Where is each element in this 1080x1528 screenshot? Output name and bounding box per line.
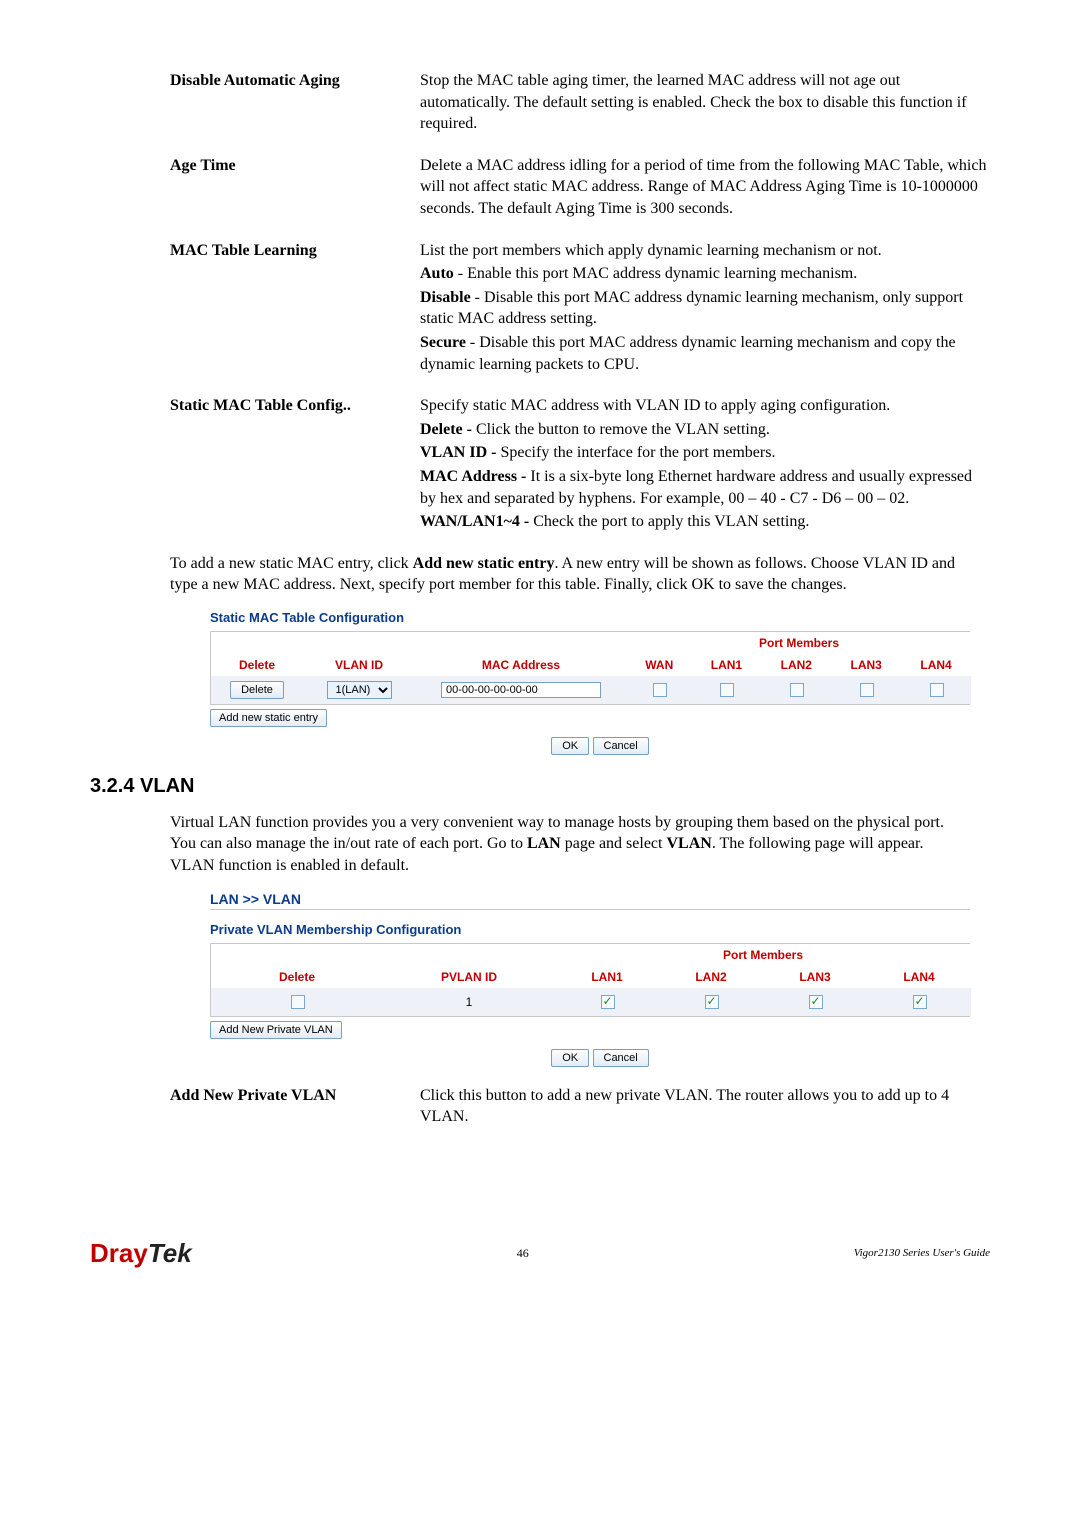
- vlan-id-select[interactable]: 1(LAN): [327, 681, 392, 699]
- col-lan2: LAN2: [659, 966, 763, 988]
- guide-title: Vigor2130 Series User's Guide: [854, 1247, 990, 1259]
- ok-button[interactable]: OK: [551, 737, 589, 755]
- col-lan1: LAN1: [555, 966, 659, 988]
- col-lan4: LAN4: [901, 654, 971, 676]
- static-mac-screenshot: Static MAC Table Configuration Port Memb…: [210, 610, 990, 755]
- mac-address-input[interactable]: [441, 682, 601, 698]
- delete-row-checkbox[interactable]: [291, 995, 305, 1009]
- lan2-checkbox[interactable]: [705, 995, 719, 1009]
- col-lan3: LAN3: [763, 966, 867, 988]
- def-text: - Disable this port MAC address dynamic …: [420, 334, 956, 373]
- def-kw: WAN/LAN1~4 -: [420, 513, 529, 530]
- def-term: Static MAC Table Config..: [170, 395, 420, 535]
- ok-button[interactable]: OK: [551, 1049, 589, 1067]
- draytek-logo: DrayTek: [90, 1238, 192, 1269]
- def-kw: VLAN ID -: [420, 444, 496, 461]
- def-text: - Enable this port MAC address dynamic l…: [454, 265, 857, 282]
- def-text: - Disable this port MAC address dynamic …: [420, 289, 963, 328]
- table-row: 1: [211, 988, 971, 1016]
- def-text: List the port members which apply dynami…: [420, 242, 882, 259]
- def-text: Specify the interface for the port membe…: [496, 444, 775, 461]
- def-body: List the port members which apply dynami…: [420, 240, 990, 378]
- def-kw: MAC Address -: [420, 468, 526, 485]
- col-delete: Delete: [211, 966, 383, 988]
- divider: [210, 909, 970, 910]
- def-kw: Secure: [420, 334, 466, 351]
- def-term: Age Time: [170, 155, 420, 222]
- lan1-checkbox[interactable]: [601, 995, 615, 1009]
- col-delete: Delete: [211, 654, 303, 676]
- def-text: Stop the MAC table aging timer, the lear…: [420, 72, 967, 132]
- lan2-checkbox[interactable]: [790, 683, 804, 697]
- lan1-checkbox[interactable]: [720, 683, 734, 697]
- def-kw: Disable: [420, 289, 471, 306]
- def-text: Check the port to apply this VLAN settin…: [529, 513, 809, 530]
- def-term: MAC Table Learning: [170, 240, 420, 378]
- def-body: Specify static MAC address with VLAN ID …: [420, 395, 990, 535]
- def-text: Click the button to remove the VLAN sett…: [472, 421, 770, 438]
- delete-row-button[interactable]: Delete: [230, 681, 284, 699]
- def-text: Specify static MAC address with VLAN ID …: [420, 397, 890, 414]
- def-body: Click this button to add a new private V…: [420, 1085, 990, 1130]
- section-heading: 3.2.4 VLAN: [90, 775, 990, 798]
- body-paragraph: Virtual LAN function provides you a very…: [170, 812, 970, 877]
- cancel-button[interactable]: Cancel: [593, 1049, 649, 1067]
- col-lan3: LAN3: [831, 654, 901, 676]
- def-term: Disable Automatic Aging: [170, 70, 420, 137]
- port-members-header: Port Members: [555, 944, 971, 966]
- def-kw: Auto: [420, 265, 454, 282]
- page-number: 46: [517, 1246, 529, 1261]
- def-text: Delete a MAC address idling for a period…: [420, 157, 986, 217]
- def-body: Stop the MAC table aging timer, the lear…: [420, 70, 990, 137]
- col-mac: MAC Address: [415, 654, 627, 676]
- def-body: Delete a MAC address idling for a period…: [420, 155, 990, 222]
- col-wan: WAN: [627, 654, 691, 676]
- lan4-checkbox[interactable]: [913, 995, 927, 1009]
- col-lan2: LAN2: [761, 654, 831, 676]
- port-members-header: Port Members: [627, 632, 971, 654]
- col-lan4: LAN4: [867, 966, 971, 988]
- shot-title: Static MAC Table Configuration: [210, 610, 990, 625]
- col-vlanid: VLAN ID: [303, 654, 415, 676]
- col-pvlan: PVLAN ID: [383, 966, 555, 988]
- def-kw: Delete -: [420, 421, 472, 438]
- table-row: Delete 1(LAN): [211, 676, 971, 704]
- col-lan1: LAN1: [691, 654, 761, 676]
- def-term: Add New Private VLAN: [170, 1085, 420, 1130]
- private-vlan-screenshot: LAN >> VLAN Private VLAN Membership Conf…: [210, 891, 990, 1067]
- lan3-checkbox[interactable]: [860, 683, 874, 697]
- add-new-private-vlan-button[interactable]: Add New Private VLAN: [210, 1021, 342, 1039]
- lan3-checkbox[interactable]: [809, 995, 823, 1009]
- pvlan-id-value: 1: [383, 988, 555, 1016]
- body-paragraph: To add a new static MAC entry, click Add…: [170, 553, 970, 596]
- shot-subtitle: Private VLAN Membership Configuration: [210, 922, 990, 937]
- add-new-static-entry-button[interactable]: Add new static entry: [210, 709, 327, 727]
- def-text: Click this button to add a new private V…: [420, 1087, 949, 1126]
- lan4-checkbox[interactable]: [930, 683, 944, 697]
- wan-checkbox[interactable]: [653, 683, 667, 697]
- cancel-button[interactable]: Cancel: [593, 737, 649, 755]
- breadcrumb: LAN >> VLAN: [210, 891, 990, 907]
